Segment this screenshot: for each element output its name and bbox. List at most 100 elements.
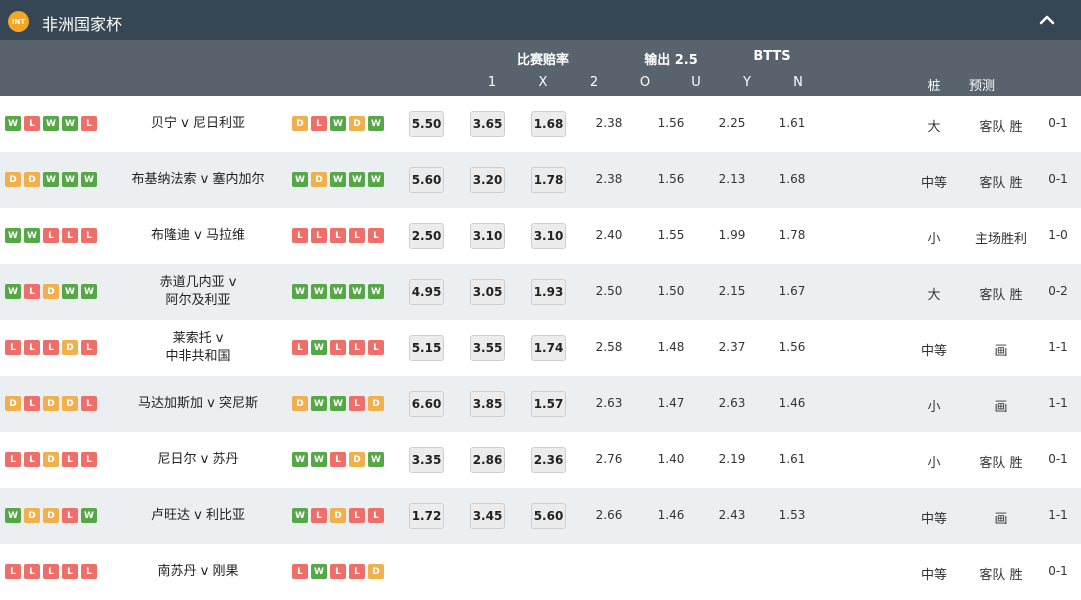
prediction-value: 主场胜利: [974, 232, 1028, 247]
odds-home-button[interactable]: 1.72: [409, 503, 444, 529]
match-name-text: 卢旺达 v 利比亚: [151, 508, 245, 523]
predicted-score: 1-1: [1048, 340, 1068, 354]
odds-away-button[interactable]: 2.36: [531, 447, 566, 473]
match-name[interactable]: 贝宁 v 尼日利亚: [118, 96, 278, 152]
odds-value-2: 2.76: [595, 452, 623, 466]
form-badge: D: [62, 340, 78, 355]
prediction-value: 客队 胜: [979, 568, 1023, 583]
odds-draw-button[interactable]: 3.85: [470, 391, 505, 417]
form-badge: L: [349, 396, 365, 411]
odds-draw-button[interactable]: 3.20: [470, 167, 505, 193]
over-value: 1.47: [657, 396, 685, 410]
form-badge: W: [62, 284, 78, 299]
odds-home-button[interactable]: 2.50: [409, 223, 444, 249]
form-badge: D: [5, 396, 21, 411]
match-row[interactable]: L L L L L 南苏丹 v 刚果 L W L L D 中等 客队 胜 0-1: [0, 544, 1081, 600]
col-1-label: 1: [487, 75, 497, 90]
btts-yes-value: 2.43: [718, 508, 746, 522]
match-row[interactable]: L L L D L 莱索托 v 中非共和国 L W L L L 5.15 3.55 1.74 2.58 1.4…: [0, 320, 1081, 376]
match-name[interactable]: 布基纳法索 v 塞内加尔: [118, 152, 278, 208]
match-row[interactable]: W W L L L 布隆迪 v 马拉维 L L L L L 2.50 3.10 3.10 2.40 1.55 1…: [0, 208, 1081, 264]
match-row[interactable]: W L D W W 赤道几内亚 v 阿尔及利亚 W W W W W 4.95 3.05 1.93 2.50 1…: [0, 264, 1081, 320]
odds-home-button[interactable]: 4.95: [409, 279, 444, 305]
form-badge: D: [368, 564, 384, 579]
match-row[interactable]: L L D L L 尼日尔 v 苏丹 W W L D W 3.35 2.86 2.36 2.76 1.40 2.…: [0, 432, 1081, 488]
btts-no-value: 1.78: [778, 228, 806, 242]
prediction-value: 画: [994, 344, 1008, 359]
odds-away-button[interactable]: 3.10: [531, 223, 566, 249]
odds-away-button[interactable]: 1.57: [531, 391, 566, 417]
predicted-score: 0-2: [1048, 284, 1068, 298]
odds-draw-button[interactable]: 3.45: [470, 503, 505, 529]
form-badge: L: [311, 508, 327, 523]
odds-home-button[interactable]: 3.35: [409, 447, 444, 473]
form-badge: L: [368, 340, 384, 355]
chevron-up-icon[interactable]: [1035, 8, 1059, 32]
odds-away-button[interactable]: 1.78: [531, 167, 566, 193]
match-name[interactable]: 南苏丹 v 刚果: [118, 544, 278, 600]
odds-draw-button[interactable]: 3.05: [470, 279, 505, 305]
btts-yes-value: 2.37: [718, 340, 746, 354]
odds-home-button[interactable]: 5.15: [409, 335, 444, 361]
form-badge: L: [81, 228, 97, 243]
predicted-score: 1-1: [1048, 396, 1068, 410]
odds-draw-button[interactable]: 2.86: [470, 447, 505, 473]
form-badge: W: [62, 116, 78, 131]
zhuang-value: 中等: [920, 344, 948, 359]
predicted-score: 0-1: [1048, 116, 1068, 130]
col-prediction-label: 预测: [968, 79, 996, 94]
odds-value-2: 2.40: [595, 228, 623, 242]
odds-draw-button[interactable]: 3.10: [470, 223, 505, 249]
match-row[interactable]: D D W W W 布基纳法索 v 塞内加尔 W D W W W 5.60 3.20 1.78 2.38 1.…: [0, 152, 1081, 208]
prediction-value: 客队 胜: [979, 456, 1023, 471]
form-badge: L: [292, 340, 308, 355]
form-badge: W: [349, 284, 365, 299]
odds-home-button[interactable]: 5.50: [409, 111, 444, 137]
form-badge: L: [5, 452, 21, 467]
form-badge: L: [43, 228, 59, 243]
match-name[interactable]: 卢旺达 v 利比亚: [118, 488, 278, 544]
match-name[interactable]: 马达加斯加 v 突尼斯: [118, 376, 278, 432]
match-name-text: 贝宁 v 尼日利亚: [151, 116, 245, 131]
zhuang-value: 大: [927, 120, 941, 135]
over-value: 1.56: [657, 172, 685, 186]
form-badge: W: [368, 284, 384, 299]
match-name[interactable]: 莱索托 v 中非共和国: [118, 320, 278, 376]
form-badge: L: [349, 564, 365, 579]
odds-away-button[interactable]: 1.93: [531, 279, 566, 305]
odds-home-button[interactable]: 5.60: [409, 167, 444, 193]
form-badge: D: [349, 116, 365, 131]
away-form: WWLDW: [292, 452, 384, 467]
form-badge: D: [5, 172, 21, 187]
odds-draw-button[interactable]: 3.55: [470, 335, 505, 361]
btts-no-value: 1.56: [778, 340, 806, 354]
form-badge: L: [292, 564, 308, 579]
match-row[interactable]: W D D L W 卢旺达 v 利比亚 W L D L L 1.72 3.45 5.60 2.66 1.46 2…: [0, 488, 1081, 544]
match-name[interactable]: 尼日尔 v 苏丹: [118, 432, 278, 488]
away-form: WDWWW: [292, 172, 384, 187]
form-badge: D: [311, 172, 327, 187]
odds-away-button[interactable]: 5.60: [531, 503, 566, 529]
home-form: WWLLL: [5, 228, 97, 243]
match-name[interactable]: 赤道几内亚 v 阿尔及利亚: [118, 264, 278, 320]
odds-away-button[interactable]: 1.68: [531, 111, 566, 137]
match-row[interactable]: D L D D L 马达加斯加 v 突尼斯 D W W L D 6.60 3.85 1.57 2.63 1.4…: [0, 376, 1081, 432]
prediction-value: 画: [994, 400, 1008, 415]
away-form: LWLLD: [292, 564, 384, 579]
zhuang-value: 中等: [920, 568, 948, 583]
form-badge: W: [5, 228, 21, 243]
away-form: WWWWW: [292, 284, 384, 299]
odds-draw-button[interactable]: 3.65: [470, 111, 505, 137]
zhuang-value: 小: [927, 232, 941, 247]
match-odds-group-label: 比赛赔率: [516, 53, 570, 68]
match-name[interactable]: 布隆迪 v 马拉维: [118, 208, 278, 264]
btts-yes-value: 2.15: [718, 284, 746, 298]
odds-away-button[interactable]: 1.74: [531, 335, 566, 361]
form-badge: L: [24, 564, 40, 579]
form-badge: L: [330, 564, 346, 579]
zhuang-value: 小: [927, 400, 941, 415]
odds-home-button[interactable]: 6.60: [409, 391, 444, 417]
match-row[interactable]: W L W W L 贝宁 v 尼日利亚 D L W D W 5.50 3.65 1.68 2.38 1.56 2…: [0, 96, 1081, 152]
form-badge: L: [81, 396, 97, 411]
form-badge: W: [5, 284, 21, 299]
